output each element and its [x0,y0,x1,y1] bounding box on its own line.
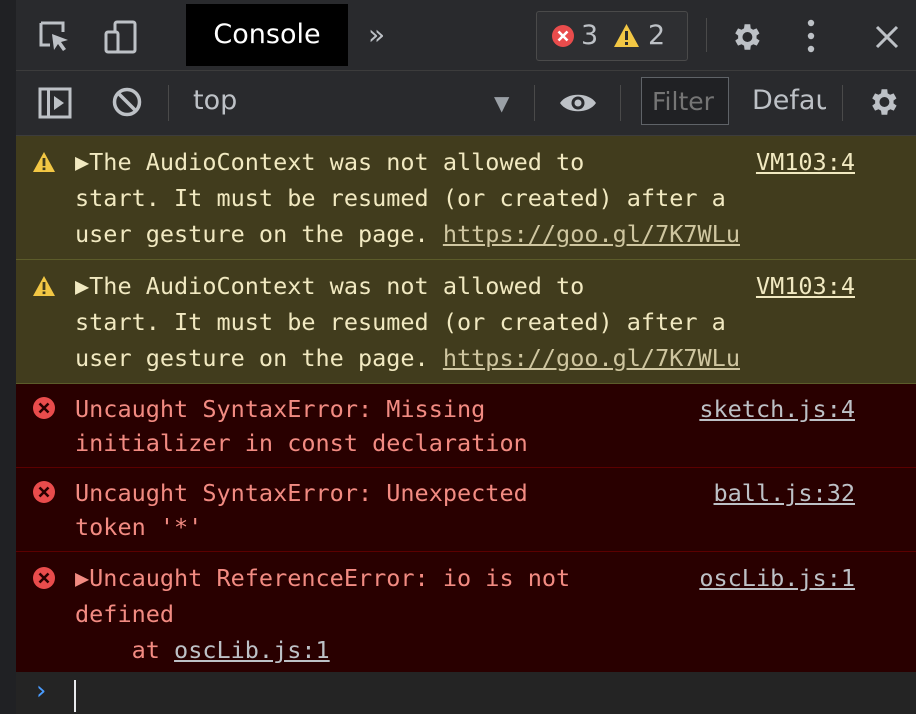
source-link[interactable]: oscLib.js:1 [699,560,855,596]
error-icon [33,567,55,589]
eye-icon[interactable] [558,89,598,117]
filter-input[interactable] [641,77,729,125]
source-link[interactable]: sketch.js:4 [699,392,855,426]
warning-icon [33,276,55,296]
divider [620,85,621,121]
kebab-menu-icon[interactable] [806,18,816,54]
console-settings-gear-icon[interactable] [866,85,900,119]
divider [842,85,843,121]
more-tabs-button[interactable]: » [368,18,385,51]
message-line: token '*' [75,513,203,541]
warning-icon [614,24,639,47]
source-link[interactable]: VM103:4 [756,144,855,180]
prompt-chevron-icon: › [36,676,47,706]
divider [706,18,707,52]
message-text: at [75,636,175,664]
devtools-window: Console » 3 2 top ▼ Filter Defau ▶The Au… [16,0,916,714]
warning-icon [33,152,55,172]
message-line: initializer in const declaration [75,429,528,457]
console-filter-bar: top ▼ Defau [16,71,916,136]
tab-bar: Console » 3 2 [16,0,916,71]
inspect-element-icon[interactable] [38,20,72,54]
divider [168,85,169,121]
device-toolbar-icon[interactable] [104,20,138,54]
console-error-message[interactable]: ▶Uncaught ReferenceError: io is not defi… [16,552,916,674]
console-error-message[interactable]: Uncaught SyntaxError: Missing initialize… [16,384,916,468]
console-prompt[interactable]: › [16,672,916,714]
message-line: start. It must be resumed (or created) a… [75,184,726,212]
gear-icon[interactable] [729,20,763,54]
error-icon [33,397,55,419]
sidebar-toggle-icon[interactable] [38,87,72,119]
clear-console-icon[interactable] [111,86,143,118]
console-warning-message[interactable]: ▶The AudioContext was not allowed to sta… [16,260,916,384]
error-count: 3 [581,20,599,51]
tab-console[interactable]: Console [186,4,348,66]
message-line: user gesture on the page. https://goo.gl… [75,216,900,252]
message-text: user gesture on the page. [75,344,443,372]
message-text: user gesture on the page. [75,220,443,248]
console-warning-message[interactable]: ▶The AudioContext was not allowed to sta… [16,136,916,260]
text-cursor [74,680,76,712]
console-error-message[interactable]: Uncaught SyntaxError: Unexpected token '… [16,468,916,552]
error-icon [33,481,55,503]
help-link[interactable]: https://goo.gl/7K7WLu [443,344,740,372]
stack-frame-link[interactable]: oscLib.js:1 [174,636,330,664]
message-line: start. It must be resumed (or created) a… [75,308,726,336]
close-icon[interactable] [874,24,900,50]
chevron-down-icon[interactable]: ▼ [494,91,509,115]
warning-count: 2 [648,20,666,51]
divider [534,85,535,121]
message-line: user gesture on the page. https://goo.gl… [75,340,900,376]
source-link[interactable]: VM103:4 [756,268,855,304]
log-levels-dropdown[interactable]: Defau [752,85,826,116]
issue-counter[interactable]: 3 2 [536,11,688,61]
error-icon [552,25,574,47]
help-link[interactable]: https://goo.gl/7K7WLu [443,220,740,248]
context-selector[interactable]: top [193,85,237,116]
message-line: defined [75,600,175,628]
console-messages: ▶The AudioContext was not allowed to sta… [16,136,916,674]
source-link[interactable]: ball.js:32 [714,476,855,510]
message-line: at oscLib.js:1 [75,632,900,668]
